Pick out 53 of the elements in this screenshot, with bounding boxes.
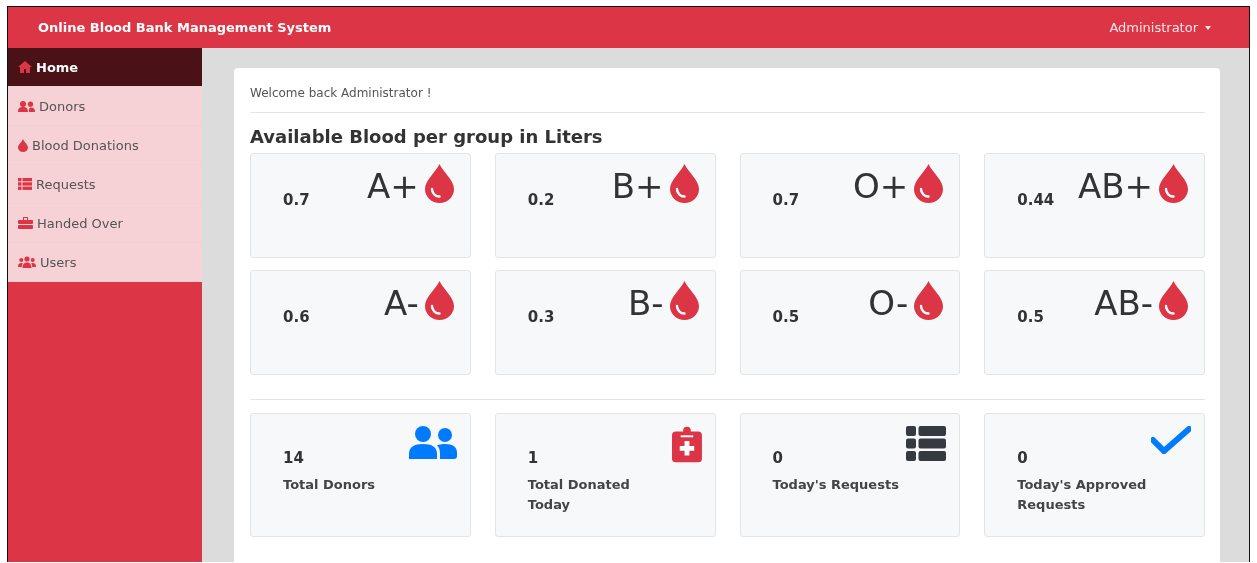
blood-group-label: A-	[383, 285, 419, 320]
blood-amount: 0.6	[283, 308, 310, 326]
app-title: Online Blood Bank Management System	[38, 20, 332, 35]
blood-amount: 0.3	[527, 308, 555, 326]
blood-group-label: B-	[627, 285, 664, 320]
blood-drop-icon	[669, 281, 699, 320]
blood-drop-icon	[669, 164, 699, 203]
blood-group-label: AB+	[1077, 168, 1153, 203]
sidebar-item[interactable]: Blood Donations	[8, 126, 202, 165]
users-icon	[18, 100, 35, 112]
sidebar-item[interactable]: Handed Over	[8, 204, 202, 243]
checkmark-icon	[1151, 426, 1191, 454]
stat-value: 0	[1017, 449, 1029, 467]
blood-drop-icon	[914, 281, 944, 320]
welcome-text: Welcome back Administrator !	[250, 84, 1205, 113]
stat-label: Today's Requests	[772, 476, 899, 494]
stat-value: 0	[772, 449, 784, 467]
blood-amount: 0.2	[527, 191, 555, 209]
blood-drop-icon	[1159, 281, 1188, 320]
list-icon	[906, 426, 947, 461]
blood-group-label: A+	[367, 168, 419, 203]
blood-group-label: B+	[611, 168, 664, 203]
blood-drop-icon	[424, 281, 454, 320]
blood-group-label: O-	[868, 285, 909, 320]
blood-group-label: O+	[853, 168, 909, 203]
caret-icon	[1205, 25, 1211, 30]
sidebar-item[interactable]: Home	[8, 48, 202, 87]
blood-amount: 0.5	[1017, 308, 1044, 326]
toolbox-icon	[18, 217, 33, 229]
stat-label: Today's Approved Requests	[1017, 476, 1148, 514]
blood-drop-icon	[1159, 164, 1188, 203]
blood-amount: 0.44	[1017, 191, 1055, 209]
stat-value: 1	[527, 449, 540, 467]
blood-drop-icon	[18, 138, 28, 152]
blood-group-label: AB-	[1094, 285, 1153, 320]
stat-label: Total Donated Today	[527, 476, 631, 514]
blood-drop-icon	[424, 164, 454, 203]
blood-drop-icon	[914, 164, 944, 203]
list-icon	[18, 178, 32, 190]
users-group-icon	[18, 256, 36, 268]
sidebar-item[interactable]: Users	[8, 243, 202, 282]
stat-value: 14	[283, 449, 305, 467]
stat-label: Total Donors	[283, 476, 376, 494]
medical-clipboard-icon	[671, 426, 702, 463]
users-icon	[408, 426, 457, 459]
user-menu[interactable]: Administrator	[1109, 20, 1211, 35]
blood-amount: 0.7	[283, 191, 310, 209]
blood-amount: 0.5	[772, 308, 800, 326]
sidebar-item[interactable]: Donors	[8, 87, 202, 126]
blood-amount: 0.7	[772, 191, 800, 209]
sidebar-item[interactable]: Requests	[8, 165, 202, 204]
home-icon	[18, 61, 32, 73]
section-heading: Available Blood per group in Liters	[250, 126, 604, 147]
